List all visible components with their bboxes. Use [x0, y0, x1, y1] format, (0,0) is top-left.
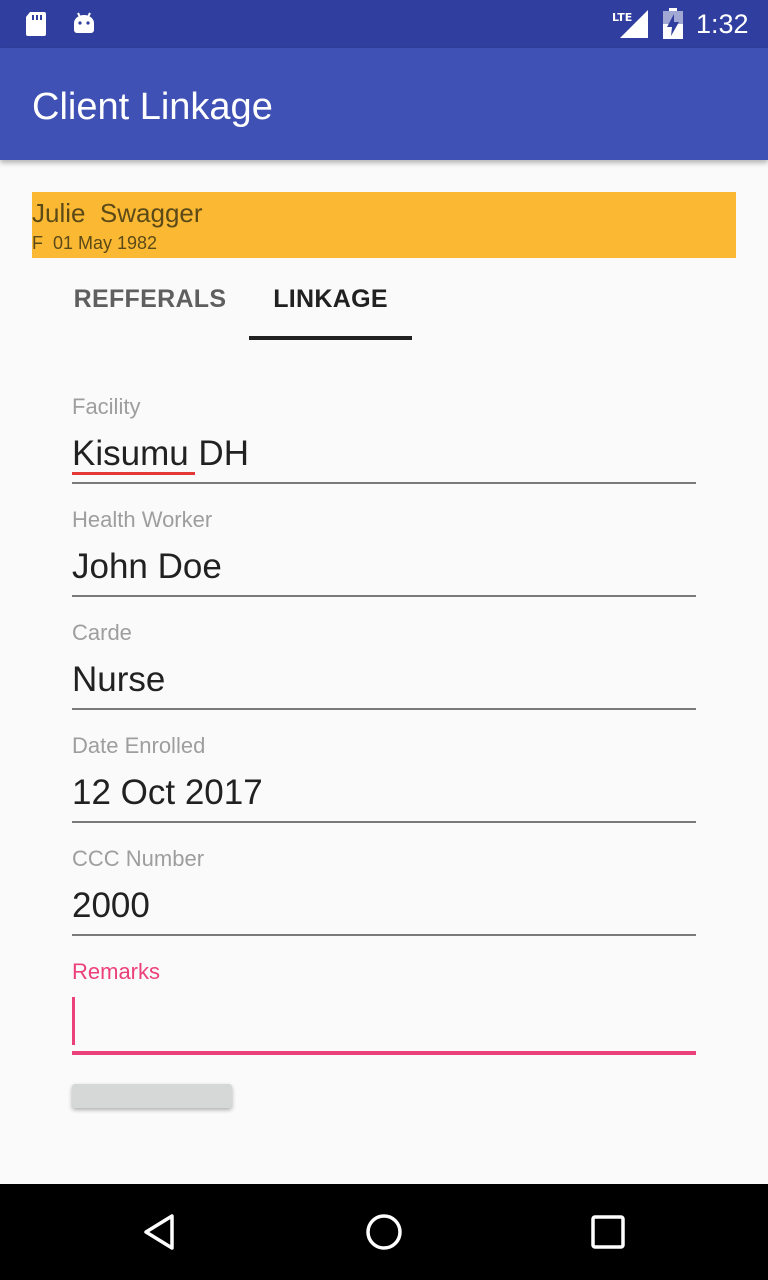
tab-linkage[interactable]: LINKAGE	[249, 258, 412, 340]
ccc-number-value[interactable]: 2000	[72, 884, 150, 928]
carde-label: Carde	[72, 620, 132, 645]
ccc-number-field[interactable]: CCC Number 2000	[72, 846, 696, 942]
page-title: Client Linkage	[32, 86, 273, 128]
submit-button[interactable]	[72, 1084, 232, 1108]
sd-card-icon	[26, 12, 46, 36]
date-enrolled-value[interactable]: 12 Oct 2017	[72, 771, 263, 815]
date-enrolled-field[interactable]: Date Enrolled 12 Oct 2017	[72, 733, 696, 829]
remarks-field[interactable]: Remarks	[72, 959, 696, 1057]
tab-indicator	[249, 336, 412, 340]
carde-underline	[72, 708, 696, 710]
client-banner: Julie Swagger F 01 May 1982	[32, 192, 736, 258]
status-bar: LTE 1:32	[0, 0, 768, 48]
lte-label: LTE	[612, 11, 632, 24]
date-enrolled-underline	[72, 821, 696, 823]
carde-value[interactable]: Nurse	[72, 658, 165, 702]
client-name: Julie Swagger	[32, 198, 203, 228]
remarks-underline	[72, 1051, 696, 1055]
facility-underline	[72, 482, 696, 484]
tab-label: LINKAGE	[273, 284, 388, 313]
facility-field[interactable]: Facility Kisumu DH	[72, 394, 696, 490]
text-cursor	[72, 997, 75, 1045]
facility-value[interactable]: Kisumu DH	[72, 432, 249, 476]
facility-label: Facility	[72, 394, 141, 419]
client-meta: F 01 May 1982	[32, 233, 158, 253]
remarks-label: Remarks	[72, 959, 161, 984]
battery-icon	[663, 8, 683, 39]
lte-signal-icon: LTE	[612, 10, 648, 38]
navigation-bar	[0, 1184, 768, 1280]
ccc-number-label: CCC Number	[72, 846, 205, 871]
back-icon[interactable]	[136, 1208, 184, 1256]
health-worker-field[interactable]: Health Worker John Doe	[72, 507, 696, 603]
tab-label: REFFERALS	[73, 284, 227, 313]
home-icon[interactable]	[360, 1208, 408, 1256]
app-bar: Client Linkage	[0, 48, 768, 160]
health-worker-underline	[72, 595, 696, 597]
tab-refferals[interactable]: REFFERALS	[52, 258, 248, 340]
android-icon	[74, 12, 94, 33]
health-worker-label: Health Worker	[72, 507, 213, 532]
carde-field[interactable]: Carde Nurse	[72, 620, 696, 716]
date-enrolled-label: Date Enrolled	[72, 733, 206, 758]
health-worker-value[interactable]: John Doe	[72, 545, 222, 589]
status-clock: 1:32	[696, 9, 749, 39]
recents-icon[interactable]	[584, 1208, 632, 1256]
spellcheck-underline	[72, 472, 195, 475]
ccc-number-underline	[72, 934, 696, 936]
tab-bar: REFFERALS LINKAGE	[0, 258, 768, 342]
